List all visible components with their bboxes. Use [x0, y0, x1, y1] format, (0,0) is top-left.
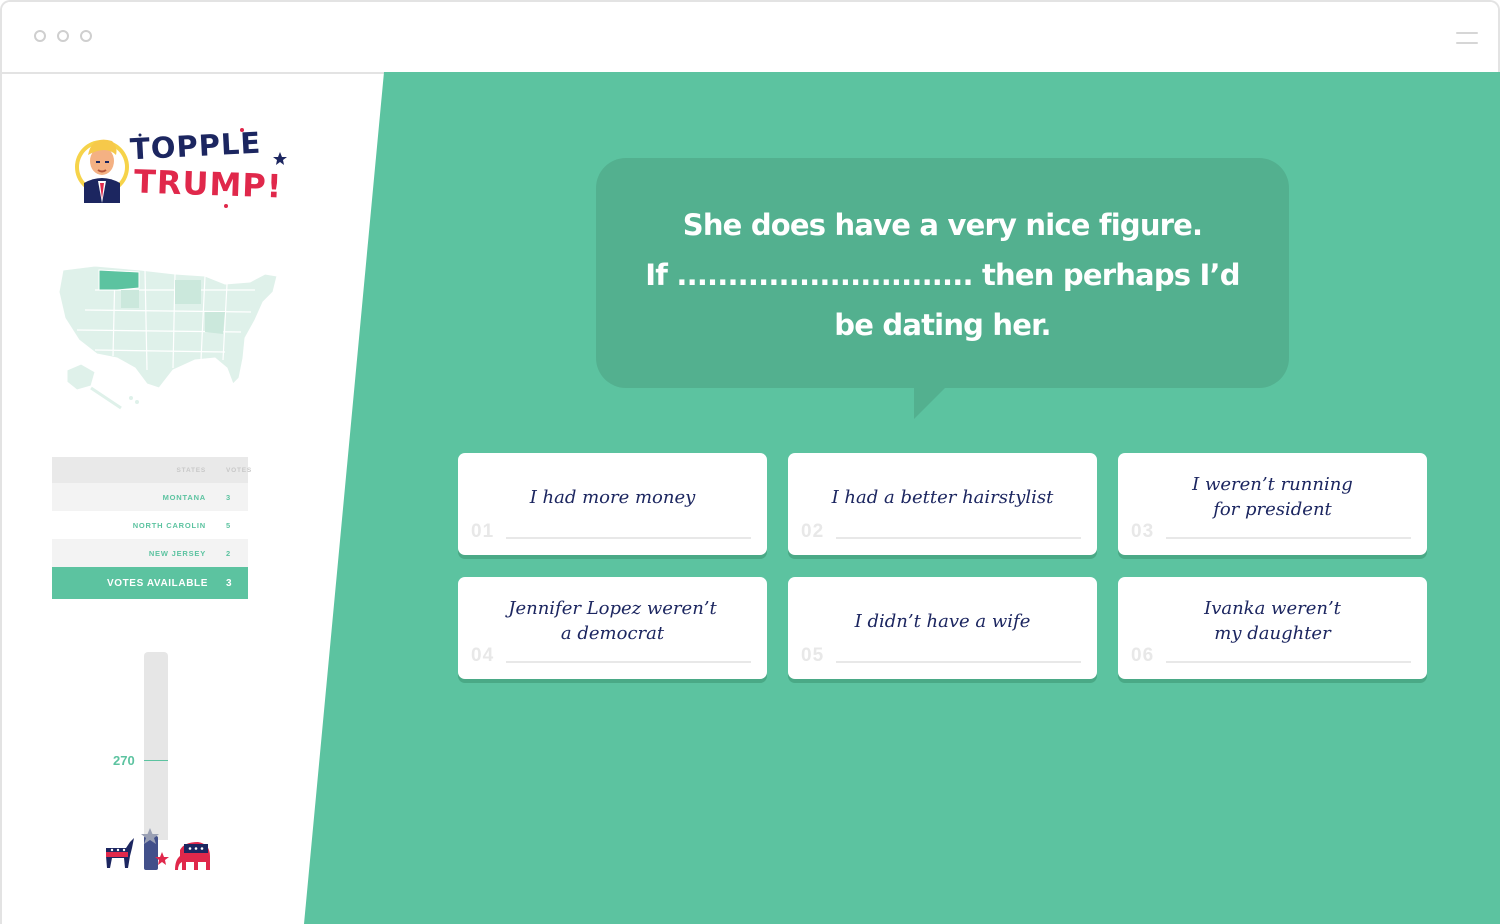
state-name: NEW JERSEY: [148, 548, 206, 558]
answer-underline: [836, 661, 1081, 663]
threshold-label: 270: [113, 753, 135, 768]
answer-underline: [836, 537, 1081, 539]
answer-text: I had a better hairstylist: [831, 486, 1054, 508]
votes-available-value: 3: [226, 577, 233, 589]
state-votes: 5: [226, 520, 231, 530]
window-dot-icon[interactable]: [80, 30, 92, 42]
vote-table-header: STATES VOTES: [52, 457, 253, 483]
stars-icon: [138, 128, 287, 208]
meter-base-icons: [106, 828, 210, 870]
question-line: She does have a very nice figure.: [682, 208, 1203, 242]
question-text: She does have a very nice figure. If ...…: [596, 200, 1289, 350]
answer-underline: [1166, 661, 1411, 663]
answer-card-01[interactable]: I had more money 01: [458, 453, 767, 555]
answer-card-05[interactable]: I didn’t have a wife 05: [788, 577, 1097, 679]
answer-underline: [506, 537, 751, 539]
answer-card-03[interactable]: I weren’t running for president 03: [1118, 453, 1427, 555]
state-votes: 3: [226, 492, 231, 502]
question-line: If ............................. then pe…: [645, 258, 1240, 292]
question-line: be dating her.: [834, 308, 1051, 342]
answer-underline: [506, 661, 751, 663]
answer-card-06[interactable]: Ivanka weren’t my daughter 06: [1118, 577, 1427, 679]
answer-text: Jennifer Lopez weren’t a democrat: [508, 598, 717, 644]
votes-header: VOTES: [226, 466, 253, 474]
states-header: STATES: [176, 466, 206, 474]
answer-card-02[interactable]: I had a better hairstylist 02: [788, 453, 1097, 555]
threshold-line: [144, 760, 168, 761]
votes-available-label: VOTES AVAILABLE: [106, 577, 208, 589]
window-dot-icon[interactable]: [57, 30, 69, 42]
answer-number: 03: [1131, 521, 1155, 542]
answer-number: 06: [1131, 645, 1155, 666]
answer-number: 01: [471, 521, 495, 542]
answer-text: Ivanka weren’t my daughter: [1204, 598, 1341, 644]
table-row: NORTH CAROLIN 5: [52, 511, 248, 539]
answer-text: I had more money: [529, 486, 696, 508]
browser-titlebar: [2, 2, 1498, 74]
table-row: MONTANA 3: [52, 483, 248, 511]
elephant-icon: [175, 842, 210, 870]
answer-number: 02: [801, 521, 825, 542]
window-dot-icon[interactable]: [34, 30, 46, 42]
topple-trump-logo[interactable]: TOPPLE TRUMP!: [72, 125, 302, 210]
state-votes: 2: [226, 548, 231, 558]
state-name: MONTANA: [162, 492, 206, 502]
donkey-icon: [106, 838, 134, 868]
answer-number: 04: [471, 645, 495, 666]
answer-card-04[interactable]: Jennifer Lopez weren’t a democrat 04: [458, 577, 767, 679]
votes-available-row: VOTES AVAILABLE 3: [52, 567, 248, 599]
answer-text: I didn’t have a wife: [854, 610, 1031, 632]
answer-text: I weren’t running for president: [1192, 474, 1353, 520]
table-row: NEW JERSEY 2: [52, 539, 248, 567]
hamburger-menu-icon[interactable]: [1456, 32, 1478, 46]
answer-number: 05: [801, 645, 825, 666]
state-name: NORTH CAROLIN: [132, 520, 206, 530]
usa-map[interactable]: [55, 260, 280, 410]
answer-underline: [1166, 537, 1411, 539]
bubble-tail: [914, 387, 946, 419]
vote-table: STATES VOTES MONTANA 3 NORTH CAROLIN 5 N…: [52, 457, 253, 599]
